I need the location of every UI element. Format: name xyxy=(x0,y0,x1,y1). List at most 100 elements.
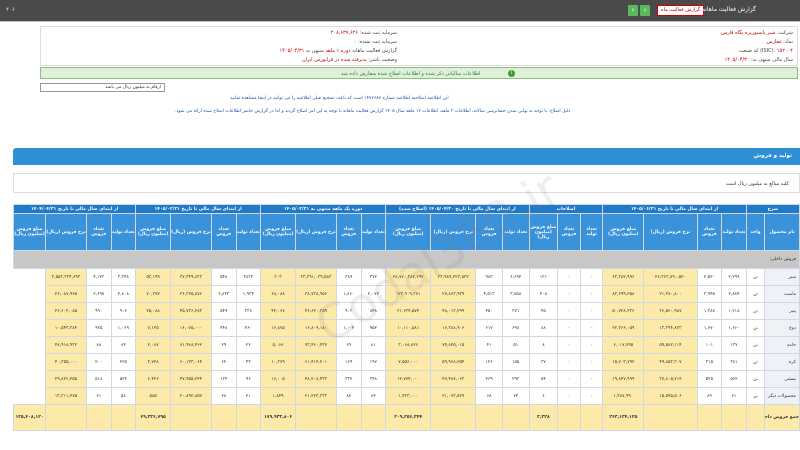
top-toolbar: ۴۰۶ ‹ › گزارش فعالیت ماه گزارش فعالیت ما… xyxy=(0,0,800,22)
table-cell: ۰ xyxy=(557,370,581,388)
total-cell: ۲,۳۲۸ xyxy=(528,404,559,431)
product-name-cell: کره xyxy=(764,353,800,371)
table-row[interactable]: محصولات دیگر تن ۶۱ ۸۹ ۱۵,۵۹۵,۵۰۶ ۱,۳۸۷,۹۹۰ ۰ ۰ ۶… xyxy=(14,387,800,405)
company-label: شرکت: شیر پاستوریزه پگاه فارس xyxy=(721,30,793,36)
table-cell: ۵۰,۷۲۸,۲۳۶ xyxy=(602,302,645,320)
group-header: از ابتدای سال مالی تا تاریخ ۱۴۰۵/۰۲/۳۱ xyxy=(135,204,262,214)
table-cell: ۸۸ xyxy=(85,336,112,354)
table-row[interactable]: بستنی تن ۵۶۲ ۵۲۵ ۳۷,۸۰۵,۷۱۴ ۱۹,۸۴۷,۹۹۹ ۰ ۰ ۵۴ ۲۹۳… xyxy=(14,370,800,388)
production-sales-table-wrapper[interactable]: شرح از ابتدای سال مالی تا تاریخ ۱۴۰۵/۰۶/… xyxy=(13,204,800,450)
table-cell: ۴۲,۰۶۷ xyxy=(260,302,296,320)
table-cell: ۱۶,۰۷۵,۰۰۰ xyxy=(170,319,212,337)
table-cell: ۵۶۲ xyxy=(721,370,747,388)
table-cell: ۹۶ xyxy=(235,370,262,388)
table-cell: ۱۶,۳۸۸,۹۰۶ xyxy=(430,319,477,337)
table-cell: ۷۳,۴۶۰,۴۳۷ xyxy=(295,336,337,354)
table-cell: ۳۸۳۲ xyxy=(235,268,262,286)
table-cell: ۲۲,۳۶۶,۰۵۹ xyxy=(602,319,645,337)
table-cell: تن xyxy=(745,319,766,337)
column-header: تعداد فروش xyxy=(335,213,362,251)
table-row[interactable]: پنیر تن ۱,۲۱۸ ۱,۳۸۷ ۳۶,۵۶۰,۹۸۷ ۵۰,۷۲۸,۲۳۶ ۰ ۰ ۴۵… xyxy=(14,302,800,320)
table-cell: ۶۱۷ xyxy=(475,319,503,337)
table-cell: ۵۱ xyxy=(501,336,530,354)
table-cell: ۷۴,۸۲۵,۰۱۵ xyxy=(430,336,477,354)
table-cell: ۰ xyxy=(557,387,581,405)
table-cell: ۱,۴۳۳,۰۰۰ xyxy=(385,387,432,405)
table-cell: ۵۲۵ xyxy=(696,370,723,388)
table-cell: ۳,۰۶۸,۸۲۶ xyxy=(385,336,432,354)
table-row[interactable]: ماست تن ۲,۸۸۴ ۳,۹۴۵ ۲۱,۳۸۰,۸۰۰ ۸۳,۶۹۹,۲۵۸ ۰ ۰ ۴۰… xyxy=(14,285,800,303)
table-cell: ۷,۵۵۶,۰۰۰ xyxy=(385,353,432,371)
total-cell: ۱۷۹,۹۳۳,۸۰۶ xyxy=(260,404,296,431)
unit-selector[interactable]: ارقام به میلیون ریال می باشد xyxy=(40,83,165,92)
correction-reason-note: دلیل اصلاح: با توجه به نهایی شدن حسابرسی… xyxy=(175,109,571,114)
table-cell: ۲,۸۴۳ xyxy=(210,285,237,303)
table-row[interactable]: دوغ تن ۱,۶۶۰ ۱,۶۷۰ ۱۳,۳۹۴,۸۳۳ ۲۲,۳۶۶,۰۵۹ ۰ ۰ ۸۸ ۶… xyxy=(14,319,800,337)
prev-button[interactable]: ‹ xyxy=(640,5,650,16)
table-cell: ۲,۰۸۷ xyxy=(135,336,171,354)
table-row[interactable]: خامه تن ۱۳۷ ۱۰۱ ۵۹,۵۸۲,۱۱۴ ۶,۰۱۷,۷۹۵ ۰ ۰ ۸ ۵۱ ۴۱ ۷۴… xyxy=(14,336,800,354)
column-header: مبلغ فروش (میلیون ریال) xyxy=(602,213,645,251)
total-cell xyxy=(643,404,698,431)
table-cell: ۱۳,۳۹۴,۸۳۳ xyxy=(643,319,698,337)
column-header: تعداد فروش xyxy=(696,213,723,251)
table-cell: ۵۳,۱۹۹ xyxy=(135,268,171,286)
column-header: نرخ فروش (ریال) xyxy=(170,213,212,251)
table-cell: ۳۷۱ xyxy=(501,302,530,320)
column-header: تعداد تولید xyxy=(579,213,604,251)
next-button[interactable]: › xyxy=(628,5,638,16)
table-cell: ۰ xyxy=(579,319,604,337)
table-cell: ۶۰,۱۳۳,۰۶۴ xyxy=(170,353,212,371)
table-cell: ۵۸ xyxy=(110,387,137,405)
table-cell: ۲۵,۰۸۸ xyxy=(135,302,171,320)
table-cell: ۲,۰۷۲ xyxy=(360,285,387,303)
total-cell xyxy=(430,404,477,431)
column-header: نرخ فروش (ریال) xyxy=(45,213,87,251)
table-cell: ۱۹۷ xyxy=(360,353,387,371)
table-cell: ۲۲ xyxy=(235,336,262,354)
page-title: گزارش فعالیت ماهانه xyxy=(702,6,756,13)
table-cell: ۱۳۷ xyxy=(721,336,747,354)
table-cell: ۵۹,۹۶۸,۲۵۴ xyxy=(430,353,477,371)
table-cell: ۳۳,۳۹۱,۰۳۹,۵۸۳ xyxy=(295,268,337,286)
table-row[interactable]: شیر تن ۲,۲۹۹ ۲,۵۲۰ ۲۶,۳۶۳,۸۹۰,۵۲۰ ۶۳,۳۸۲,۹۹۶ ۰… xyxy=(14,268,800,286)
total-cell: ۶۹,۳۳۶,۷۹۵ xyxy=(135,404,171,431)
status-value: پذیرفته شده در فرابورس ایران xyxy=(301,57,367,63)
table-cell: ۰ xyxy=(579,370,604,388)
table-cell: ۳,۷۲۸ xyxy=(135,353,171,371)
table-cell: ۴۸,۹۱۸,۹۳۲ xyxy=(45,336,87,354)
table-cell: ۴۹,۸۵۳,۳۰۷ xyxy=(643,353,698,371)
report-type-badge[interactable]: گزارش فعالیت ماه xyxy=(657,5,705,16)
group-header: شرح xyxy=(745,204,800,214)
table-cell: ۱۲۶ xyxy=(475,353,503,371)
table-cell: ۶ xyxy=(528,387,559,405)
total-row: جمع فروش داخلی ۲۶۳,۱۳۴,۱۲۵ ۲,۳۲۸ ۲۰۹,۲۵۶,۳۴… xyxy=(13,404,800,431)
table-cell: ۲,۲۹۹ xyxy=(721,268,747,286)
column-header: مبلغ فروش (میلیون ریال) xyxy=(13,213,47,251)
section-header-production-sales[interactable]: تولید و فروش xyxy=(13,148,800,165)
table-cell: ۶۱ xyxy=(721,387,747,405)
year-row: سال مالی منتهی به: ۱۴۰۵/۰۴/۳۰ xyxy=(724,57,793,63)
table-cell: ۹۸۳ xyxy=(475,268,503,286)
table-cell: ۰ xyxy=(579,285,604,303)
table-cell: ۹۰۳ xyxy=(335,302,362,320)
total-cell: ۲۰۹,۲۵۶,۳۴۴ xyxy=(385,404,432,431)
table-cell: ۲۰,۸۹۲,۸۵۷ xyxy=(170,387,212,405)
table-row[interactable]: کره تن ۳۸۱ ۳۱۵ ۴۹,۸۵۳,۳۰۷ ۱۵,۷۰۳,۷۹۲ ۰ ۰ ۳۷ ۱۵۵ ۱۲… xyxy=(14,353,800,371)
amounts-note-box: کلیه مبالغ به میلیون ریال است xyxy=(13,173,800,193)
total-cell xyxy=(295,404,337,431)
table-cell: ۰ xyxy=(579,353,604,371)
column-header: مبلغ فروش (میلیون ریال) xyxy=(528,213,559,251)
table-cell: ۵,۰۶۸ xyxy=(260,336,296,354)
table-cell: ۷۰,۳۷۷ xyxy=(135,285,171,303)
group-header: از ابتدای سال مالی تا تاریخ ۱۴۰۵/۰۶/۳۱ xyxy=(602,204,747,214)
table-cell: ۳۸,۷۳۸,۹۵۶ xyxy=(295,285,337,303)
table-cell: ۳۰۳ xyxy=(260,268,296,286)
table-cell: ۴۸,۲۰۸,۴۳۳ xyxy=(295,370,337,388)
table-cell: تن xyxy=(745,336,766,354)
table-cell: ۴,۱۲۳ xyxy=(85,268,112,286)
table-cell: ۴۵۰ xyxy=(475,302,503,320)
table-cell: ۱,۰۶۹ xyxy=(110,319,137,337)
group-header: اصلاحات xyxy=(528,204,604,214)
product-name-cell: پنیر xyxy=(764,302,800,320)
